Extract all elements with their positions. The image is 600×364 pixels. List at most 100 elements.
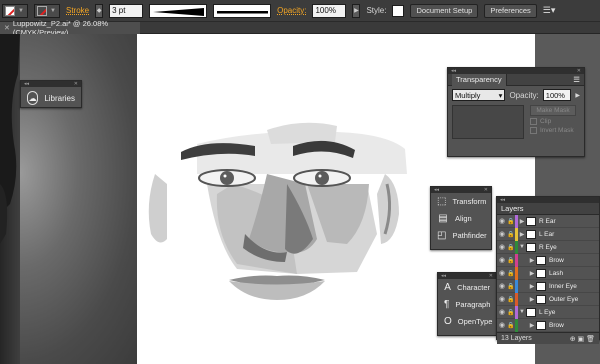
opacity-dropdown[interactable]: ▶ bbox=[352, 3, 361, 18]
chevron-down-icon[interactable]: ▼ bbox=[518, 309, 526, 315]
chevron-right-icon[interactable]: ▶ bbox=[518, 231, 526, 238]
visibility-eye-icon[interactable]: ◉ bbox=[497, 321, 507, 329]
stroke-weight-stepper[interactable]: ◆ bbox=[95, 3, 104, 18]
layer-row[interactable]: ◉ 🔒 ▼ L Eye bbox=[497, 305, 599, 319]
chevron-right-icon[interactable]: ▶ bbox=[528, 270, 536, 277]
character-button[interactable]: A Character bbox=[438, 279, 496, 296]
align-icon: ▤ bbox=[438, 213, 448, 224]
layer-row[interactable]: ◉ 🔒 ▶ Brow bbox=[497, 318, 599, 332]
layer-row[interactable]: ◉ 🔒 ▶ Outer Eye bbox=[497, 292, 599, 306]
lock-icon[interactable]: 🔒 bbox=[507, 283, 515, 290]
libraries-button[interactable]: ☁ Libraries bbox=[21, 87, 81, 109]
fill-none-icon bbox=[5, 5, 15, 16]
stroke-label[interactable]: Stroke bbox=[66, 6, 89, 15]
document-tab[interactable]: ✕ Luppowitz_P2.ai* @ 26.08% (CMYK/Previe… bbox=[0, 19, 140, 37]
tab-transparency[interactable]: Transparency bbox=[452, 73, 507, 86]
brush-definition[interactable] bbox=[213, 3, 272, 18]
arrange-icon[interactable]: ☰▾ bbox=[543, 5, 556, 16]
layer-thumbnail bbox=[526, 307, 536, 317]
layer-list: ◉ 🔒 ▶ R Ear ◉ 🔒 ▶ L Ear ◉ 🔒 ▼ R Eye ◉ 🔒 ▶ Brow ◉ 🔒 ▶ Lash ◉ 🔒… bbox=[497, 214, 599, 332]
layer-color-chip bbox=[515, 292, 518, 306]
hair-silhouette bbox=[0, 34, 20, 244]
chevron-right-icon[interactable]: ▶ bbox=[528, 322, 536, 329]
chevron-right-icon[interactable]: ▶ bbox=[518, 218, 526, 225]
visibility-eye-icon[interactable]: ◉ bbox=[497, 295, 507, 303]
clip-label: Clip bbox=[540, 118, 552, 125]
lock-icon[interactable]: 🔒 bbox=[507, 218, 515, 225]
transparency-panel: ◂◂ ✕ Transparency ☰ Multiply ▾ Opacity: 1… bbox=[447, 67, 585, 157]
layer-name: Inner Eye bbox=[549, 282, 577, 290]
visibility-eye-icon[interactable]: ◉ bbox=[497, 243, 507, 251]
layer-count: 13 Layers bbox=[501, 335, 532, 342]
fill-swatch[interactable]: ▼ bbox=[2, 3, 28, 18]
opacity-input[interactable]: 100% bbox=[312, 3, 347, 18]
graphic-style-swatch[interactable] bbox=[392, 4, 405, 17]
close-icon[interactable]: ✕ bbox=[4, 24, 10, 32]
panel-menu-icon[interactable]: ☰ bbox=[573, 75, 580, 84]
invert-mask-label: Invert Mask bbox=[540, 127, 574, 134]
libraries-panel: ◂◂ ✕ ☁ Libraries bbox=[20, 80, 82, 108]
variable-width-profile[interactable] bbox=[149, 3, 208, 18]
layer-name: Brow bbox=[549, 321, 564, 329]
lock-icon[interactable]: 🔒 bbox=[507, 257, 515, 264]
opentype-icon: O bbox=[444, 316, 452, 327]
chevron-down-icon: ▾ bbox=[498, 90, 503, 100]
opentype-button[interactable]: O OpenType bbox=[438, 313, 496, 330]
blend-mode-select[interactable]: Multiply ▾ bbox=[452, 89, 506, 101]
visibility-eye-icon[interactable]: ◉ bbox=[497, 282, 507, 290]
layer-thumbnail bbox=[526, 242, 536, 252]
layer-thumbnail bbox=[526, 216, 536, 226]
opacity-label[interactable]: Opacity: bbox=[277, 6, 306, 15]
document-tab-bar: ✕ Luppowitz_P2.ai* @ 26.08% (CMYK/Previe… bbox=[0, 19, 600, 37]
preferences-button[interactable]: Preferences bbox=[484, 3, 537, 18]
layer-name: L Ear bbox=[539, 230, 555, 238]
layer-color-chip bbox=[515, 279, 518, 293]
make-mask-button[interactable]: Make Mask bbox=[530, 105, 576, 116]
layer-thumbnail bbox=[536, 281, 546, 291]
chevron-right-icon[interactable]: ▶ bbox=[528, 283, 536, 290]
lock-icon[interactable]: 🔒 bbox=[507, 296, 515, 303]
tab-layers[interactable]: Layers bbox=[501, 204, 524, 213]
visibility-eye-icon[interactable]: ◉ bbox=[497, 308, 507, 316]
lock-icon[interactable]: 🔒 bbox=[507, 309, 515, 316]
lock-icon[interactable]: 🔒 bbox=[507, 270, 515, 277]
lock-icon[interactable]: 🔒 bbox=[507, 231, 515, 238]
mask-thumbnail[interactable] bbox=[452, 105, 524, 139]
pathfinder-button[interactable]: ◰ Pathfinder bbox=[431, 227, 491, 244]
visibility-eye-icon[interactable]: ◉ bbox=[497, 217, 507, 225]
new-layer-icon[interactable]: ⊕ ▣ 🗑 bbox=[570, 335, 595, 343]
width-profile-icon bbox=[153, 7, 205, 16]
libraries-label: Libraries bbox=[44, 93, 75, 103]
chevron-right-icon[interactable]: ▶ bbox=[528, 296, 536, 303]
lock-icon[interactable]: 🔒 bbox=[507, 322, 515, 329]
layer-color-chip bbox=[515, 253, 518, 267]
transform-button[interactable]: ⬚ Transform bbox=[431, 193, 491, 210]
character-icon: A bbox=[444, 282, 451, 293]
visibility-eye-icon[interactable]: ◉ bbox=[497, 230, 507, 238]
chevron-down-icon[interactable]: ▼ bbox=[518, 244, 526, 250]
layer-row[interactable]: ◉ 🔒 ▶ Inner Eye bbox=[497, 279, 599, 293]
opacity-input[interactable]: 100% bbox=[542, 89, 572, 101]
visibility-eye-icon[interactable]: ◉ bbox=[497, 269, 507, 277]
layer-row[interactable]: ◉ 🔒 ▼ R Eye bbox=[497, 240, 599, 254]
document-setup-button[interactable]: Document Setup bbox=[410, 3, 479, 18]
layer-row[interactable]: ◉ 🔒 ▶ R Ear bbox=[497, 214, 599, 228]
align-button[interactable]: ▤ Align bbox=[431, 210, 491, 227]
brush-stroke-icon bbox=[217, 10, 269, 13]
chevron-right-icon[interactable]: ▶ bbox=[575, 92, 580, 99]
lock-icon[interactable]: 🔒 bbox=[507, 244, 515, 251]
layer-row[interactable]: ◉ 🔒 ▶ Lash bbox=[497, 266, 599, 280]
clip-checkbox[interactable]: Clip bbox=[530, 118, 576, 125]
paragraph-button[interactable]: ¶ Paragraph bbox=[438, 296, 496, 313]
layer-name: Outer Eye bbox=[549, 295, 579, 303]
stroke-weight-input[interactable]: 3 pt bbox=[109, 3, 144, 18]
cloud-libraries-icon: ☁ bbox=[27, 91, 39, 105]
layer-row[interactable]: ◉ 🔒 ▶ L Ear bbox=[497, 227, 599, 241]
chevron-right-icon[interactable]: ▶ bbox=[528, 257, 536, 264]
stroke-swatch[interactable]: ▼ bbox=[34, 3, 60, 18]
layers-footer: 13 Layers ⊕ ▣ 🗑 bbox=[497, 332, 599, 344]
visibility-eye-icon[interactable]: ◉ bbox=[497, 256, 507, 264]
layer-row[interactable]: ◉ 🔒 ▶ Brow bbox=[497, 253, 599, 267]
chevron-down-icon: ▼ bbox=[18, 7, 24, 14]
invert-mask-checkbox[interactable]: Invert Mask bbox=[530, 127, 576, 134]
